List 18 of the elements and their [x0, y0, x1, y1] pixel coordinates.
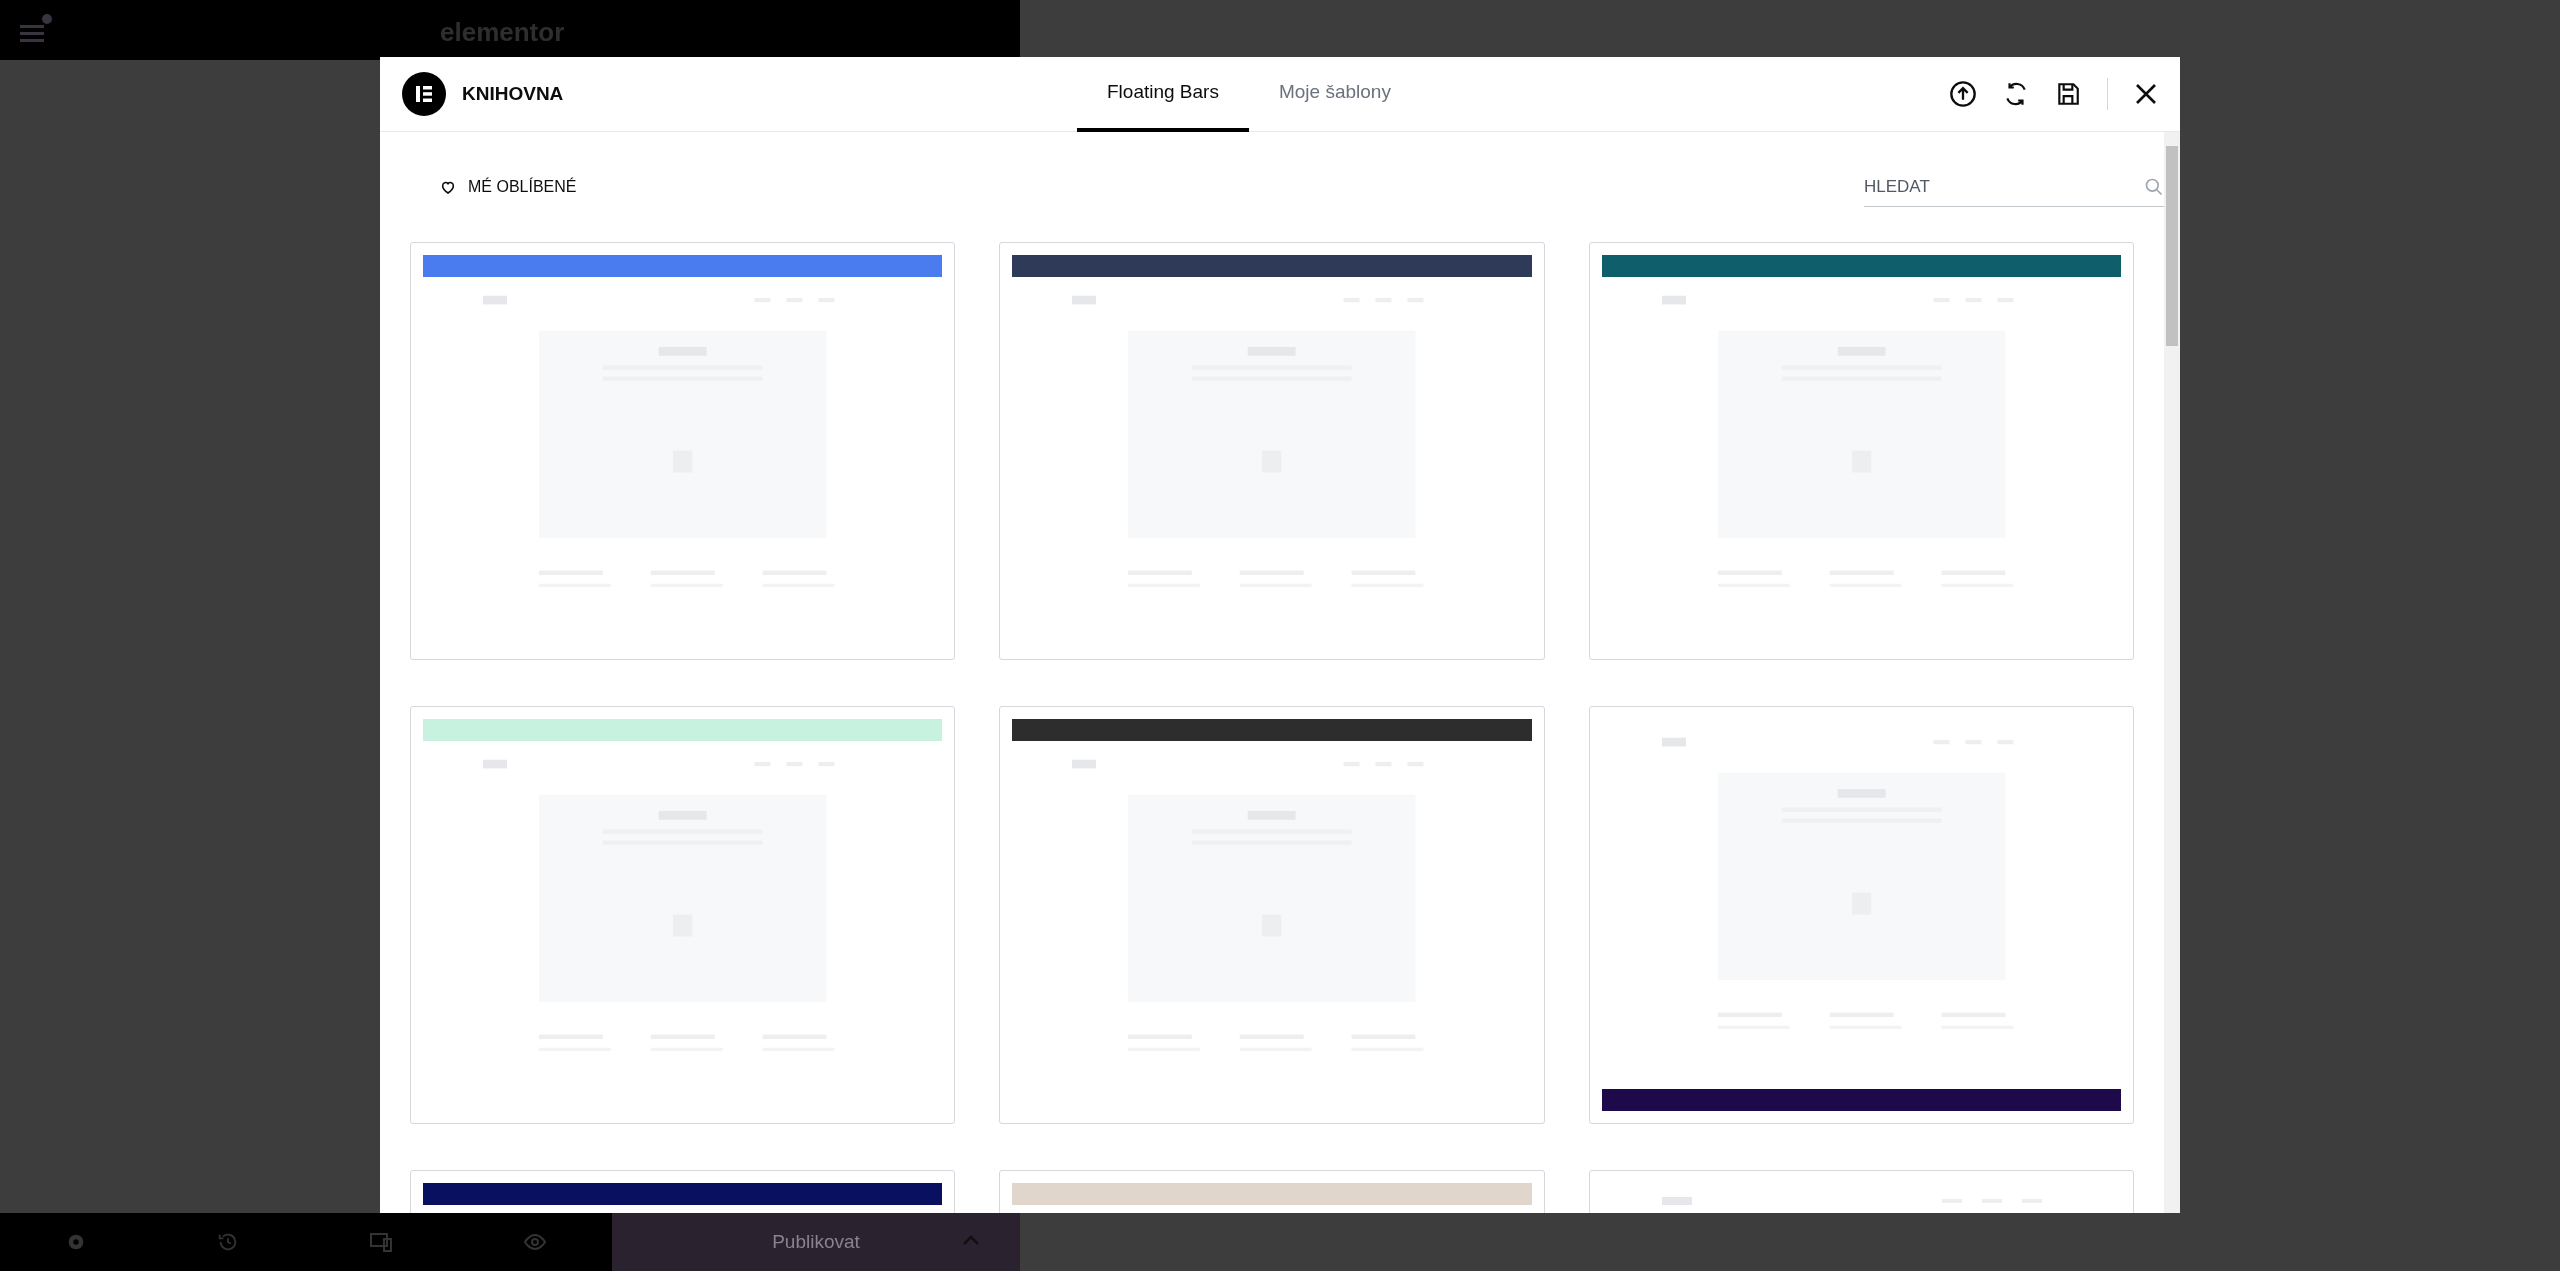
close-icon[interactable]: [2134, 82, 2158, 106]
template-card[interactable]: [999, 242, 1545, 660]
library-tab[interactable]: Floating Bars: [1077, 57, 1249, 132]
favorites-button[interactable]: MÉ OBLÍBENÉ: [440, 175, 577, 199]
upload-icon[interactable]: [1949, 80, 1977, 108]
template-card[interactable]: [999, 706, 1545, 1124]
search-icon: [2144, 177, 2164, 197]
template-card[interactable]: [1588, 706, 2134, 1124]
publish-button[interactable]: Publikovat: [612, 1213, 1020, 1271]
library-tab[interactable]: Moje šablony: [1248, 57, 1421, 132]
search-field[interactable]: HLEDAT: [1864, 167, 2164, 207]
chevron-up-icon: [962, 1233, 980, 1247]
save-icon[interactable]: [2055, 81, 2081, 107]
scrollbar[interactable]: [2164, 132, 2180, 1213]
logo-icon: [414, 84, 434, 104]
heart-icon: [440, 179, 456, 195]
library-title: KNIHOVNA: [462, 81, 564, 106]
template-card[interactable]: [1588, 242, 2134, 660]
